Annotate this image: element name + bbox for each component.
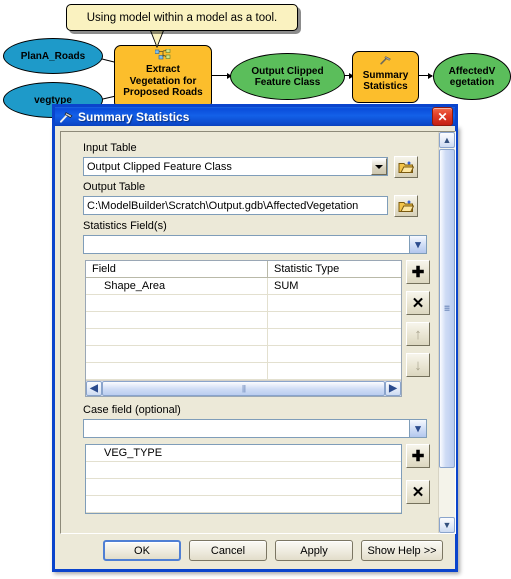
cell-field <box>86 363 268 379</box>
open-folder-icon <box>398 200 414 212</box>
dialog-client-area: Input Table Output Clipped Feature Class… <box>60 131 456 534</box>
add-statistics-field-button[interactable]: ✚ <box>406 260 430 284</box>
model-node-output-clipped-feature-class[interactable]: Output Clipped Feature Class <box>230 53 345 100</box>
input-table-value: Output Clipped Feature Class <box>87 160 232 173</box>
model-node-label: Output Clipped Feature Class <box>251 66 323 88</box>
cell-field: Shape_Area <box>86 278 268 294</box>
case-field-label: Case field (optional) <box>83 404 181 416</box>
close-icon[interactable]: ✕ <box>432 107 453 126</box>
table-row[interactable] <box>86 329 401 346</box>
callout-bubble: Using model within a model as a tool. <box>66 4 298 31</box>
summary-line1: Summary <box>362 69 409 81</box>
ok-button[interactable]: OK <box>103 540 181 561</box>
vscroll-grip: ━ ━ ━ <box>444 301 450 315</box>
add-case-field-button[interactable]: ✚ <box>406 444 430 468</box>
cell-field <box>86 295 268 311</box>
scroll-left-icon[interactable]: ◀ <box>86 381 102 396</box>
input-table-browse-button[interactable] <box>394 156 418 178</box>
model-node-plana-roads[interactable]: PlanA_Roads <box>3 38 103 74</box>
grid-horizontal-scrollbar[interactable]: ◀ ||| ▶ <box>86 380 401 396</box>
extract-line1: Extract <box>146 64 180 76</box>
model-node-label: Summary Statistics <box>363 62 409 93</box>
move-statistics-field-up-button[interactable]: ↑ <box>406 322 430 346</box>
move-statistics-field-down-button[interactable]: ↓ <box>406 353 430 377</box>
dialog-titlebar[interactable]: Summary Statistics ✕ <box>52 104 458 126</box>
affected-line2: egetation <box>449 76 495 88</box>
affected-line1: AffectedV <box>448 65 496 77</box>
output-table-input[interactable]: C:\ModelBuilder\Scratch\Output.gdb\Affec… <box>83 196 388 215</box>
scroll-down-icon[interactable]: ▼ <box>439 517 455 533</box>
grid-column-header-field: Field <box>86 261 268 277</box>
cell-statistic-type <box>268 329 274 345</box>
open-folder-icon <box>398 161 414 173</box>
delete-case-field-button[interactable]: ✕ <box>406 480 430 504</box>
model-node-label: PlanA_Roads <box>20 50 86 62</box>
grid-column-header-statistic-type: Statistic Type <box>274 263 340 275</box>
list-item[interactable]: VEG_TYPE <box>86 445 401 462</box>
table-row[interactable]: Shape_Area SUM <box>86 278 401 295</box>
hammer-tool-icon <box>59 111 73 123</box>
grid-header-row: Field Statistic Type <box>86 261 401 278</box>
list-item[interactable] <box>86 479 401 496</box>
cell-field <box>86 312 268 328</box>
cell-statistic-type <box>268 363 274 379</box>
statistics-fields-label: Statistics Field(s) <box>83 220 167 232</box>
output-line1: Output Clipped <box>251 65 324 77</box>
dialog-title: Summary Statistics <box>78 109 190 124</box>
table-row[interactable] <box>86 346 401 363</box>
model-node-affected-vegetation[interactable]: AffectedV egetation <box>433 53 511 100</box>
output-table-label: Output Table <box>83 181 146 193</box>
chevron-down-icon[interactable]: ▾ <box>409 420 426 437</box>
cell-statistic-type <box>268 312 274 328</box>
hscroll-track[interactable]: ||| <box>102 381 385 396</box>
apply-button[interactable]: Apply <box>275 540 353 561</box>
hammer-tool-icon <box>379 56 391 65</box>
dialog-scroll-pane: Input Table Output Clipped Feature Class… <box>61 132 438 533</box>
case-field-list[interactable]: VEG_TYPE <box>85 444 402 514</box>
cell-statistic-type <box>268 346 274 362</box>
vscroll-thumb[interactable]: ━ ━ ━ <box>439 149 455 468</box>
model-node-extract-vegetation[interactable]: Extract Vegetation for Proposed Roads <box>114 45 212 109</box>
model-node-label: AffectedV egetation <box>449 66 496 88</box>
cell-statistic-type: SUM <box>274 280 299 292</box>
callout-text: Using model within a model as a tool. <box>86 11 278 24</box>
chevron-down-icon[interactable] <box>371 158 387 175</box>
chevron-down-icon[interactable]: ▾ <box>409 236 426 253</box>
arrow-extract-to-output <box>209 72 232 79</box>
show-help-button[interactable]: Show Help >> <box>361 540 443 561</box>
output-table-browse-button[interactable] <box>394 195 418 217</box>
model-node-summary-statistics[interactable]: Summary Statistics <box>352 51 419 103</box>
table-row[interactable] <box>86 312 401 329</box>
hscroll-thumb[interactable]: ||| <box>102 381 385 396</box>
summary-statistics-dialog: Summary Statistics ✕ Input Table Output … <box>52 104 458 572</box>
extract-line2: Vegetation for <box>129 75 197 87</box>
input-table-combo[interactable]: Output Clipped Feature Class <box>83 157 388 176</box>
model-tool-icon <box>155 49 171 60</box>
cell-statistic-type <box>268 295 274 311</box>
cell-field <box>86 346 268 362</box>
cell-field <box>86 329 268 345</box>
table-row[interactable] <box>86 363 401 380</box>
arrow-summary-to-affected <box>417 72 433 79</box>
input-table-label: Input Table <box>83 142 137 154</box>
delete-statistics-field-button[interactable]: ✕ <box>406 291 430 315</box>
extract-line3: Proposed Roads <box>123 87 203 99</box>
summary-line2: Statistics <box>363 81 408 92</box>
output-line2: Feature Class <box>254 76 321 88</box>
list-item[interactable] <box>86 462 401 479</box>
list-item[interactable] <box>86 496 401 513</box>
dialog-vertical-scrollbar[interactable]: ▲ ━ ━ ━ ▼ <box>438 132 455 533</box>
statistics-fields-grid[interactable]: Field Statistic Type Shape_Area SUM ◀ ||… <box>85 260 402 397</box>
case-field-combo[interactable]: ▾ <box>83 419 427 438</box>
table-row[interactable] <box>86 295 401 312</box>
cancel-button[interactable]: Cancel <box>189 540 267 561</box>
statistics-fields-combo[interactable]: ▾ <box>83 235 427 254</box>
scroll-right-icon[interactable]: ▶ <box>385 381 401 396</box>
scroll-up-icon[interactable]: ▲ <box>439 132 455 148</box>
